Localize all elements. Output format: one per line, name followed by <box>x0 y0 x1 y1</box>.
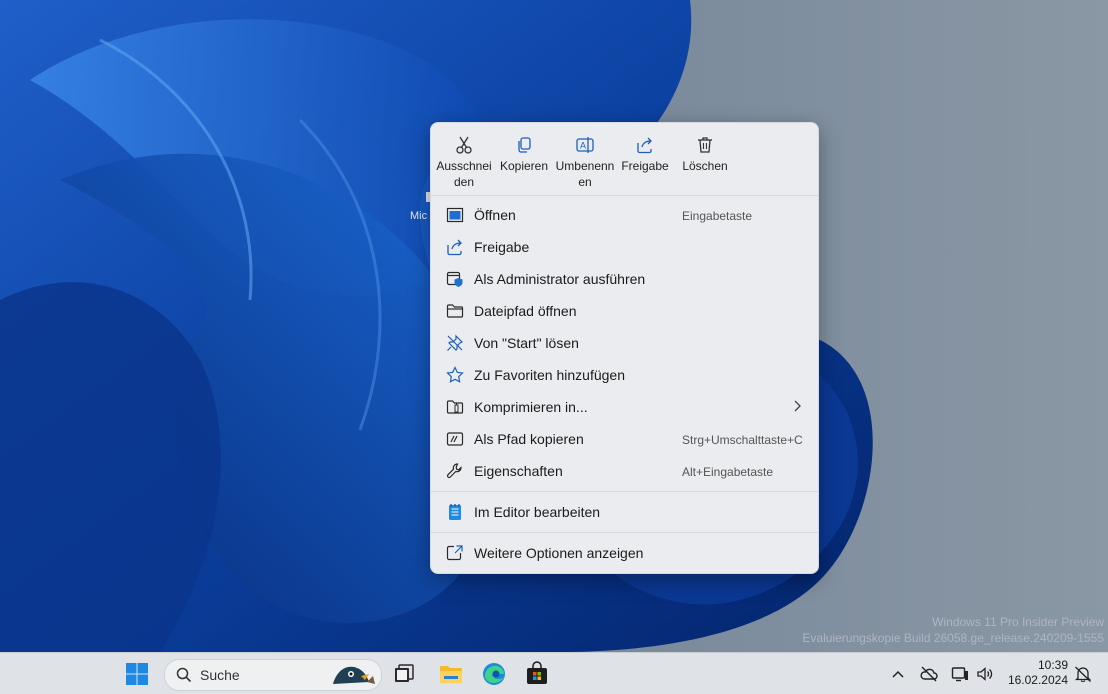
divider <box>431 195 818 196</box>
menu-item-label: Von "Start" lösen <box>474 335 579 351</box>
share-icon <box>447 239 462 256</box>
shortcut-text: Alt+Eingabetaste <box>682 465 774 479</box>
more-options-icon <box>446 545 463 561</box>
copy-label: Kopieren <box>499 159 549 173</box>
menu-item-add-favorites[interactable]: Zu Favoriten hinzufügen <box>437 359 812 391</box>
trash-icon <box>698 137 712 153</box>
share-label: Freigabe <box>621 159 669 173</box>
scissors-icon <box>456 136 472 154</box>
menu-item-label: Eigenschaften <box>474 463 563 479</box>
notification-bell-icon[interactable] <box>1074 666 1092 682</box>
microsoft-store-icon[interactable] <box>524 661 550 687</box>
menu-item-label: Dateipfad öffnen <box>474 303 577 319</box>
menu-item-label: Als Pfad kopieren <box>474 431 584 447</box>
edge-browser-icon[interactable] <box>481 661 507 687</box>
watermark-build: Evaluierungskopie Build 26058.ge_release… <box>802 631 1104 645</box>
menu-item-properties[interactable]: Eigenschaften Alt+Eingabetaste <box>437 455 812 487</box>
unpin-icon <box>447 334 464 351</box>
chevron-right-icon <box>794 400 801 412</box>
share-icon <box>637 137 652 154</box>
rename-button[interactable]: A Umbenenn en <box>555 133 615 195</box>
menu-item-label: Weitere Optionen anzeigen <box>474 545 644 561</box>
notepad-icon <box>449 504 461 520</box>
menu-item-label: Komprimieren in... <box>474 399 588 415</box>
menu-item-run-as-admin[interactable]: Als Administrator ausführen <box>437 263 812 295</box>
taskbar-clock[interactable]: 10:39 16.02.2024 <box>1004 658 1068 688</box>
task-view-icon[interactable] <box>391 661 417 687</box>
taskbar: Suche 10:39 16.02.2024 <box>0 652 1108 694</box>
menu-item-label: Freigabe <box>474 239 530 255</box>
menu-item-label: Als Administrator ausführen <box>474 271 646 287</box>
search-placeholder: Suche <box>200 667 240 683</box>
menu-item-share[interactable]: Freigabe <box>437 231 812 263</box>
network-icon[interactable] <box>951 666 969 682</box>
menu-item-compress[interactable]: Komprimieren in... <box>437 391 812 423</box>
desktop-shortcut-label: Mic <box>410 210 428 222</box>
taskbar-search-box[interactable]: Suche <box>164 659 382 691</box>
menu-item-unpin-start[interactable]: Von "Start" lösen <box>437 327 812 359</box>
search-icon <box>176 667 192 683</box>
folder-icon <box>446 304 464 318</box>
menu-item-open-file-location[interactable]: Dateipfad öffnen <box>437 295 812 327</box>
clock-time: 10:39 <box>1037 658 1068 672</box>
search-highlight-icon <box>333 666 375 684</box>
divider <box>431 491 818 492</box>
onedrive-offline-icon[interactable] <box>920 666 938 682</box>
menu-item-show-more-options[interactable]: Weitere Optionen anzeigen <box>437 537 812 569</box>
menu-item-edit-in-notepad[interactable]: Im Editor bearbeiten <box>437 496 812 528</box>
shortcut-text: Strg+Umschalttaste+C <box>682 433 803 447</box>
chevron-up-icon[interactable] <box>889 666 907 682</box>
watermark-edition: Windows 11 Pro Insider Preview <box>932 615 1104 629</box>
clock-date: 16.02.2024 <box>1007 673 1068 687</box>
menu-item-copy-as-path[interactable]: Als Pfad kopieren Strg+Umschalttaste+C <box>437 423 812 455</box>
svg-text:A: A <box>580 141 586 151</box>
copy-icon <box>518 137 531 153</box>
zip-folder-icon <box>446 400 464 414</box>
cut-button[interactable]: Ausschnei den <box>434 133 494 195</box>
menu-item-label: Öffnen <box>474 207 516 223</box>
open-window-icon <box>446 207 464 223</box>
menu-item-open[interactable]: Öffnen Eingabetaste <box>437 199 812 231</box>
star-icon <box>446 366 464 383</box>
path-icon <box>446 432 464 446</box>
volume-icon[interactable] <box>976 666 994 682</box>
cut-label: Ausschnei den <box>436 159 492 189</box>
admin-shield-icon <box>446 271 463 287</box>
wrench-icon <box>446 463 462 479</box>
divider <box>431 532 818 533</box>
context-menu: Ausschnei den Kopieren A Umbenenn en Fre… <box>430 122 819 574</box>
menu-item-label: Im Editor bearbeiten <box>474 504 601 520</box>
share-button[interactable]: Freigabe <box>615 133 675 195</box>
copy-button[interactable]: Kopieren <box>494 133 554 195</box>
rename-icon: A <box>576 137 594 153</box>
shortcut-text: Eingabetaste <box>682 209 753 223</box>
menu-item-label: Zu Favoriten hinzufügen <box>474 367 625 383</box>
delete-button[interactable]: Löschen <box>675 133 735 195</box>
rename-label: Umbenenn en <box>555 159 615 189</box>
start-windows-icon[interactable] <box>124 661 150 687</box>
quick-actions-bar: Ausschnei den Kopieren A Umbenenn en Fre… <box>431 123 818 195</box>
file-explorer-icon[interactable] <box>438 661 464 687</box>
windows-watermark: Windows 11 Pro Insider Preview Evaluieru… <box>802 614 1104 646</box>
delete-label: Löschen <box>682 159 728 173</box>
